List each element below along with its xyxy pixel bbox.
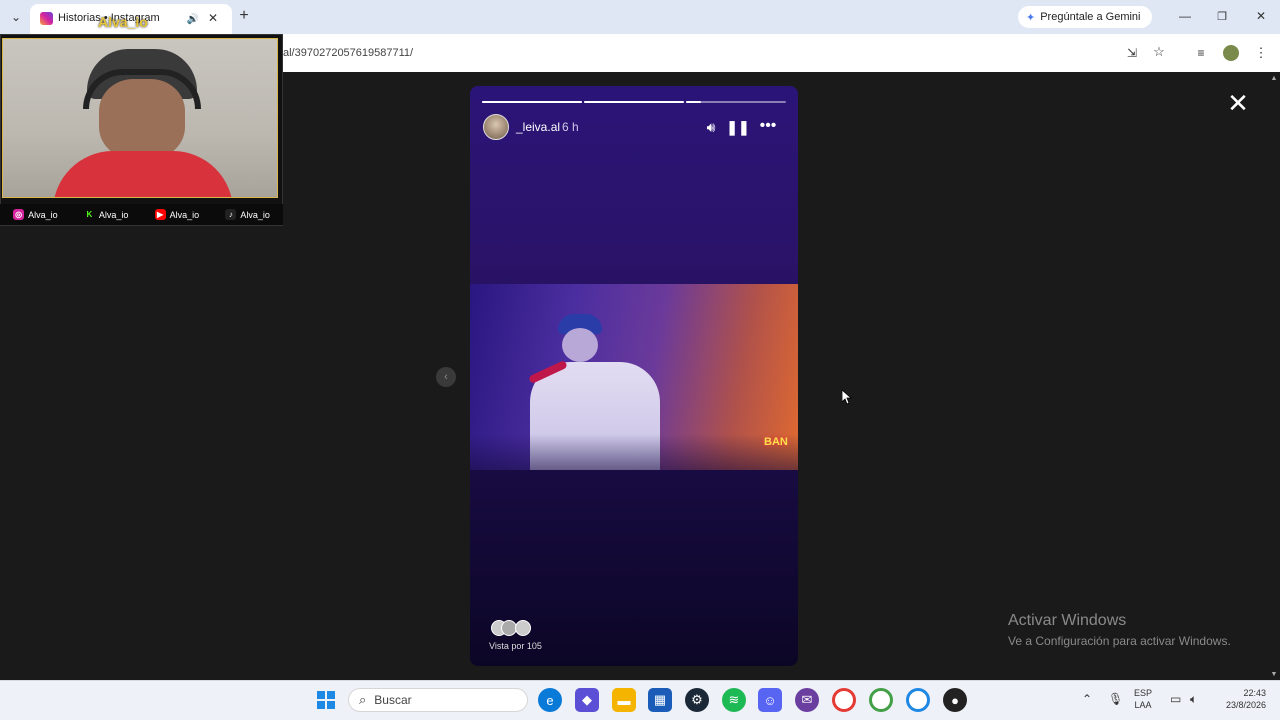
restore-icon[interactable]: ❐ bbox=[1215, 9, 1229, 23]
story-user-avatar[interactable] bbox=[483, 114, 509, 140]
crowd-shadow bbox=[470, 434, 798, 470]
mouse-cursor-icon bbox=[841, 389, 853, 410]
social-kick: K Alva_io bbox=[84, 209, 129, 220]
chat-app-icon[interactable]: ✉ bbox=[795, 688, 819, 712]
clock-date: 23/8/2026 bbox=[1225, 700, 1266, 710]
social-tiktok: ♪ Alva_io bbox=[225, 209, 270, 220]
file-explorer-icon[interactable]: ▬ bbox=[612, 688, 636, 712]
copilot-icon[interactable]: ◆ bbox=[575, 688, 599, 712]
language-code: ESP bbox=[1134, 688, 1153, 698]
gemini-button[interactable]: ✦ Pregúntale a Gemini bbox=[1018, 6, 1152, 28]
instagram-icon: ◎ bbox=[13, 209, 25, 220]
kick-icon: K bbox=[86, 210, 93, 219]
activate-windows-subtitle: Ve a Configuración para activar Windows. bbox=[1008, 634, 1231, 648]
story-username[interactable]: _leiva.al bbox=[516, 120, 560, 134]
previous-story-icon[interactable]: ‹ bbox=[436, 367, 456, 387]
new-tab-plus-icon[interactable]: + bbox=[236, 7, 252, 24]
install-app-icon[interactable]: ⇲ bbox=[1125, 46, 1139, 60]
clock[interactable]: 22:43 23/8/2026 bbox=[1210, 687, 1266, 711]
bookmark-star-icon[interactable]: ☆ bbox=[1152, 44, 1166, 59]
story-viewers-avatars[interactable] bbox=[489, 620, 537, 638]
media-badge: BAN bbox=[764, 436, 788, 448]
social-tiktok-label: Alva_io bbox=[240, 209, 270, 220]
url-text[interactable]: al/3970272057619587711/ bbox=[283, 47, 413, 59]
window-close-icon[interactable]: ✕ bbox=[1254, 9, 1268, 23]
story-timestamp: 6 h bbox=[562, 120, 579, 134]
media-controls-icon[interactable]: ≡ bbox=[1194, 46, 1208, 60]
page-scrollbar[interactable]: ▲ ▼ bbox=[1268, 72, 1280, 680]
speaker-icon[interactable]: 🔈︎ bbox=[1190, 692, 1197, 707]
edge-icon[interactable]: e bbox=[538, 688, 562, 712]
stream-watermark: Alva_io bbox=[98, 14, 148, 30]
tiktok-icon: ♪ bbox=[225, 209, 237, 220]
story-progress-2-fill bbox=[584, 101, 684, 103]
store-icon[interactable]: ▦ bbox=[648, 688, 672, 712]
volume-icon[interactable]: 🔊︎ bbox=[703, 119, 719, 135]
performer-head bbox=[562, 328, 598, 362]
story-progress-3 bbox=[686, 101, 786, 103]
microphone-icon[interactable]: 🎙︎ bbox=[1108, 692, 1123, 706]
chrome-profile-2-icon[interactable] bbox=[869, 688, 893, 712]
viewer-avatar bbox=[515, 620, 531, 636]
activate-windows-title: Activar Windows bbox=[1008, 612, 1127, 629]
streamer-headset bbox=[83, 69, 201, 109]
tab-list-chevron-icon[interactable]: ⌄ bbox=[8, 9, 24, 25]
clock-time: 22:43 bbox=[1243, 688, 1266, 698]
viewers-count[interactable]: Vista por 105 bbox=[489, 641, 542, 651]
social-youtube-label: Alva_io bbox=[169, 209, 200, 220]
tab-close-icon[interactable]: ✕ bbox=[206, 11, 220, 25]
chrome-icon[interactable] bbox=[832, 688, 856, 712]
pause-icon[interactable]: ❚❚ bbox=[726, 119, 749, 135]
story-progress-1-fill bbox=[482, 101, 582, 103]
tray-expand-icon[interactable]: ⌃ bbox=[1082, 692, 1092, 706]
minimize-icon[interactable]: — bbox=[1178, 9, 1192, 23]
instagram-favicon-icon bbox=[40, 12, 53, 25]
browser-menu-icon[interactable]: ⋮ bbox=[1255, 45, 1268, 60]
more-options-icon[interactable]: ••• bbox=[758, 117, 778, 134]
search-icon: ⌕ bbox=[359, 692, 367, 707]
story-media-image: BAN bbox=[470, 284, 798, 470]
profile-avatar[interactable] bbox=[1223, 45, 1239, 61]
network-icon[interactable]: ▭ bbox=[1170, 692, 1181, 706]
chrome-profile-3-icon[interactable] bbox=[906, 688, 930, 712]
obs-icon[interactable]: ● bbox=[943, 688, 967, 712]
social-instagram: ◎ Alva_io bbox=[13, 209, 58, 220]
youtube-icon: ▶ bbox=[154, 209, 166, 220]
steam-icon[interactable]: ⚙ bbox=[685, 688, 709, 712]
social-kick-label: Alva_io bbox=[98, 209, 129, 220]
spotify-icon[interactable]: ≋ bbox=[722, 688, 746, 712]
search-placeholder: Buscar bbox=[374, 693, 412, 707]
scroll-up-icon[interactable]: ▲ bbox=[1269, 74, 1279, 82]
social-links-bar: ◎ Alva_io K Alva_io ▶ Alva_io ♪ Alva_io bbox=[0, 204, 283, 225]
streamer-hoodie bbox=[53, 151, 233, 197]
scroll-down-icon[interactable]: ▼ bbox=[1269, 670, 1279, 678]
story-progress-3-fill bbox=[686, 101, 701, 103]
windows-start-icon[interactable] bbox=[317, 691, 335, 709]
discord-icon[interactable]: ☺ bbox=[758, 688, 782, 712]
language-indicator[interactable]: ESP LAA bbox=[1134, 687, 1152, 711]
story-progress-1 bbox=[482, 101, 582, 103]
gemini-sparkle-icon: ✦ bbox=[1026, 11, 1036, 24]
tab-audio-icon[interactable]: 🔊 bbox=[186, 12, 200, 26]
taskbar-search[interactable]: ⌕ Buscar bbox=[348, 688, 528, 712]
story-progress-2 bbox=[584, 101, 684, 103]
social-youtube: ▶ Alva_io bbox=[154, 209, 200, 220]
webcam-feed bbox=[2, 38, 278, 198]
social-instagram-label: Alva_io bbox=[28, 209, 58, 220]
keyboard-layout: LAA bbox=[1134, 700, 1152, 710]
gemini-label: Pregúntale a Gemini bbox=[1040, 11, 1141, 23]
close-story-icon[interactable]: ✕ bbox=[1226, 90, 1250, 116]
